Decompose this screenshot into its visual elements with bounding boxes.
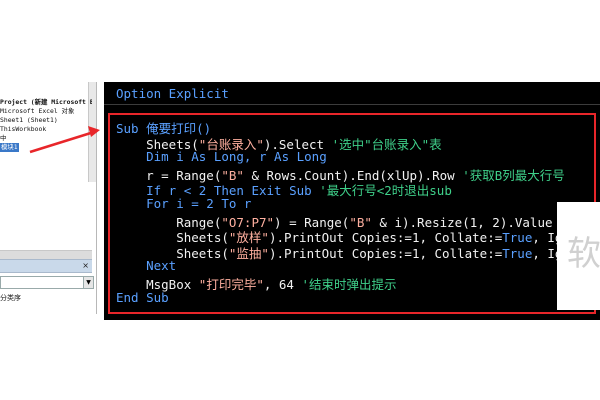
- code-token: ).PrintOut Copies:=1, Collate:=: [268, 245, 503, 261]
- code-token: "监抽": [228, 245, 269, 261]
- code-token: For i = 2 To r: [116, 196, 252, 211]
- code-token: '最大行号<2时退出sub: [319, 183, 452, 199]
- code-token: '选中"台账录入"表: [331, 136, 442, 152]
- code-line[interactable]: Dim i As Long, r As Long: [116, 149, 327, 164]
- code-token: '结束时弹出提示: [301, 277, 397, 292]
- code-editor[interactable]: Option Explicit Sub 俺要打印() Sheets("台账录入"…: [104, 82, 600, 320]
- code-line[interactable]: Next: [116, 258, 176, 273]
- code-token: True: [502, 245, 533, 261]
- arrow-head: [88, 126, 100, 137]
- code-token: "打印完毕": [198, 277, 264, 292]
- code-token: End Sub: [116, 289, 169, 305]
- general-declarations-section: Option Explicit: [104, 82, 600, 105]
- code-token: Dim i As Long, r As Long: [116, 149, 327, 165]
- code-token: , 64: [263, 277, 302, 292]
- code-line[interactable]: End Sub: [116, 290, 169, 305]
- arrow-line: [29, 130, 95, 154]
- option-explicit-line: Option Explicit: [116, 86, 229, 101]
- code-token: '获取B列最大行号: [462, 167, 565, 183]
- code-line[interactable]: For i = 2 To r: [116, 196, 251, 211]
- watermark-text: 软: [567, 234, 600, 274]
- code-token: Next: [116, 258, 177, 274]
- code-line[interactable]: Sheets("监抽").PrintOut Copies:=1, Collate…: [116, 243, 577, 262]
